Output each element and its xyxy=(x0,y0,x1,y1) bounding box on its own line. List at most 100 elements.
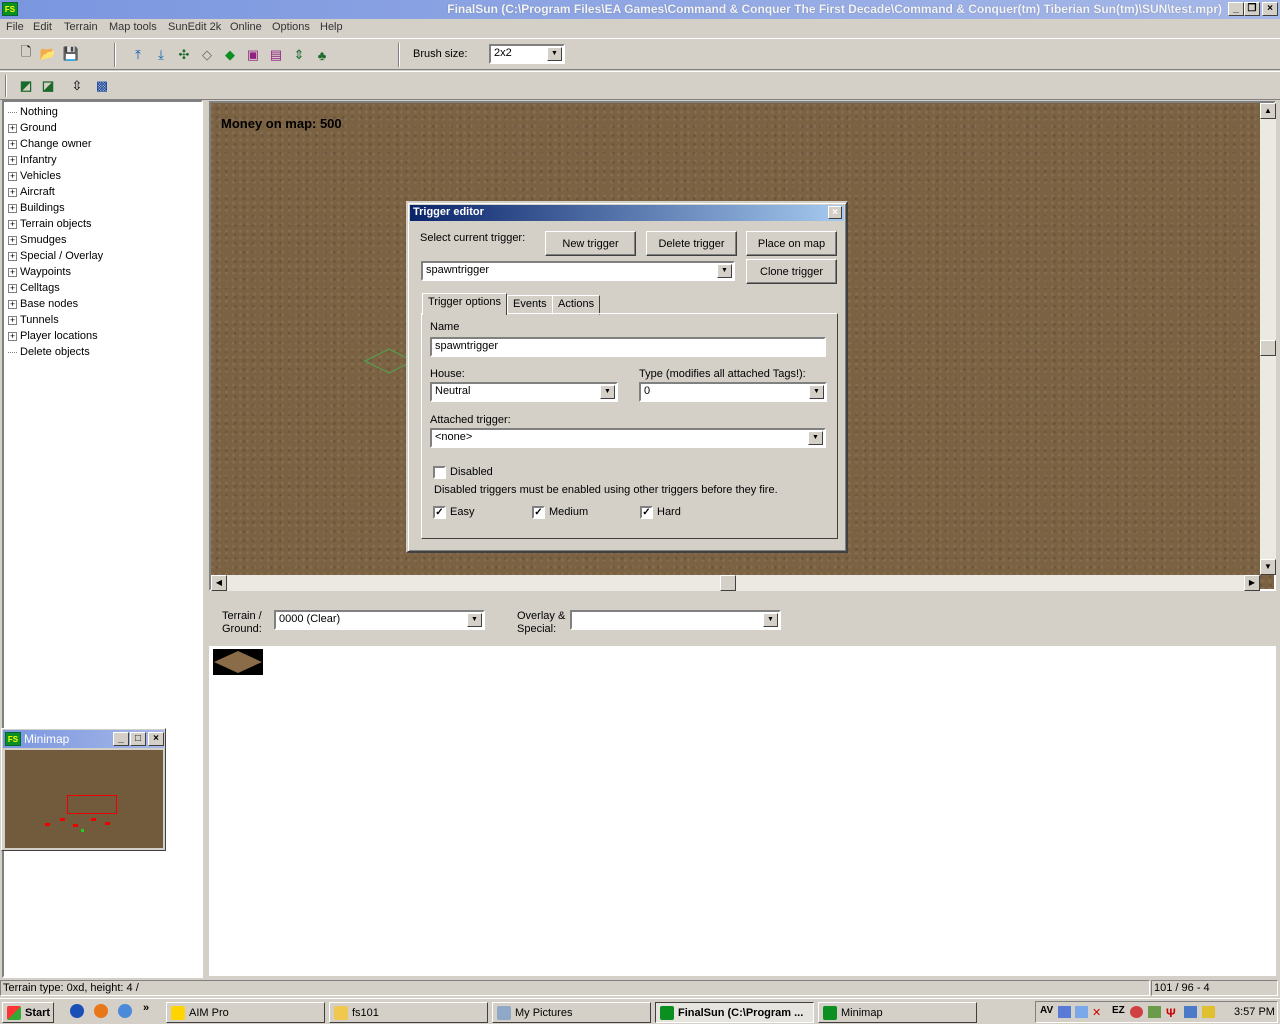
menu-sunedit[interactable]: SunEdit 2k xyxy=(168,21,221,33)
tab-events[interactable]: Events xyxy=(507,295,553,315)
monitor-icon[interactable] xyxy=(1075,1006,1088,1018)
place-on-map-button[interactable]: Place on map xyxy=(746,231,837,256)
terrain-fill-icon[interactable]: ◪ xyxy=(38,76,58,96)
scroll-thumb[interactable] xyxy=(1260,340,1276,356)
expand-icon[interactable]: + xyxy=(8,139,17,149)
chevron-down-icon[interactable]: ▼ xyxy=(717,264,732,278)
menu-file[interactable]: File xyxy=(6,21,24,33)
height-arrow-icon[interactable]: ⇳ xyxy=(67,76,87,96)
expand-icon[interactable]: + xyxy=(8,315,17,325)
terrain-select[interactable]: 0000 (Clear) ▼ xyxy=(274,610,485,630)
tile-diamond-icon[interactable]: ◆ xyxy=(220,45,240,65)
start-button[interactable]: Start xyxy=(2,1002,54,1023)
clear-tile-thumbnail[interactable] xyxy=(213,649,263,675)
expand-icon[interactable]: + xyxy=(8,171,17,181)
expand-icon[interactable]: + xyxy=(8,187,17,197)
chevron-down-icon[interactable]: ▼ xyxy=(809,385,824,399)
tree-item-smudges[interactable]: + Smudges xyxy=(8,232,66,248)
open-folder-icon[interactable]: 📂 xyxy=(38,44,58,64)
expand-icon[interactable]: + xyxy=(8,267,17,277)
tree-item-delete-objects[interactable]: Delete objects xyxy=(8,344,90,360)
media-player-icon[interactable] xyxy=(70,1004,84,1018)
tree-item-infantry[interactable]: + Infantry xyxy=(8,152,57,168)
tree-item-change-owner[interactable]: + Change owner xyxy=(8,136,92,152)
expand-icon[interactable]: + xyxy=(8,219,17,229)
dialog-titlebar[interactable]: Trigger editor × xyxy=(410,205,844,221)
tray-app-icon[interactable] xyxy=(1148,1006,1161,1018)
ez-icon[interactable]: EZ xyxy=(1112,1005,1125,1016)
horizontal-scrollbar[interactable]: ◀ ▶ xyxy=(211,575,1260,591)
vertical-scrollbar[interactable]: ▲ ▼ xyxy=(1260,103,1276,575)
tree-item-nothing[interactable]: Nothing xyxy=(8,104,58,120)
scroll-right-icon[interactable]: ▶ xyxy=(1244,575,1260,591)
network-icon[interactable] xyxy=(1058,1006,1071,1018)
expand-icon[interactable]: + xyxy=(8,299,17,309)
clone-trigger-button[interactable]: Clone trigger xyxy=(746,259,837,284)
tray-app-icon[interactable] xyxy=(1184,1006,1197,1018)
lower-ground-icon[interactable]: ⤓ xyxy=(151,45,171,65)
new-trigger-button[interactable]: New trigger xyxy=(545,231,636,256)
task-fs101[interactable]: fs101 xyxy=(329,1002,488,1023)
flatten-ground-icon[interactable]: ✣ xyxy=(174,45,194,65)
close-button[interactable]: × xyxy=(1262,2,1278,16)
type-select[interactable]: 0 ▼ xyxy=(639,382,827,402)
minimap-view[interactable] xyxy=(5,750,163,848)
speaker-icon[interactable] xyxy=(1202,1006,1215,1018)
minimize-button[interactable]: _ xyxy=(113,732,129,746)
menu-help[interactable]: Help xyxy=(320,21,343,33)
expand-icon[interactable]: + xyxy=(8,123,17,133)
maximize-button[interactable]: □ xyxy=(130,732,146,746)
minimap-viewport-rect[interactable] xyxy=(67,795,117,814)
menu-options[interactable]: Options xyxy=(272,21,310,33)
tree-item-vehicles[interactable]: + Vehicles xyxy=(8,168,61,184)
maximize-button[interactable]: ❐ xyxy=(1244,2,1260,16)
menu-online[interactable]: Online xyxy=(230,21,262,33)
terrain-paint-icon[interactable]: ◩ xyxy=(16,76,36,96)
menu-map-tools[interactable]: Map tools xyxy=(109,21,157,33)
task-finalsun[interactable]: FinalSun (C:\Program ... xyxy=(655,1002,814,1023)
house-select[interactable]: Neutral ▼ xyxy=(430,382,618,402)
cliff-icon[interactable]: ▤ xyxy=(266,45,286,65)
tree-item-special-overlay[interactable]: + Special / Overlay xyxy=(8,248,103,264)
attached-trigger-select[interactable]: <none> ▼ xyxy=(430,428,826,448)
chevron-down-icon[interactable]: ▼ xyxy=(600,385,615,399)
antivirus-icon[interactable]: AV xyxy=(1040,1005,1053,1016)
tree-item-player-locations[interactable]: + Player locations xyxy=(8,328,98,344)
scroll-thumb[interactable] xyxy=(720,575,736,591)
overlay-select[interactable]: ▼ xyxy=(570,610,781,630)
current-trigger-select[interactable]: spawntrigger ▼ xyxy=(421,261,735,281)
tree-item-terrain-objects[interactable]: + Terrain objects xyxy=(8,216,92,232)
disabled-checkbox[interactable] xyxy=(433,466,446,479)
splitter[interactable] xyxy=(205,100,208,978)
task-my-pictures[interactable]: My Pictures xyxy=(492,1002,651,1023)
expand-icon[interactable]: + xyxy=(8,155,17,165)
tray-app-icon[interactable]: Ψ xyxy=(1166,1006,1179,1020)
minimize-button[interactable]: _ xyxy=(1228,2,1244,16)
hide-tile-icon[interactable]: ◇ xyxy=(197,45,217,65)
chevron-down-icon[interactable]: ▼ xyxy=(808,431,823,445)
chevron-down-icon[interactable]: ▼ xyxy=(763,613,778,627)
map-view-icon[interactable]: ▩ xyxy=(92,76,112,96)
easy-checkbox[interactable]: ✓ xyxy=(433,506,446,519)
tree-item-tunnels[interactable]: + Tunnels xyxy=(8,312,59,328)
raise-tile-icon[interactable]: ⇕ xyxy=(289,45,309,65)
tree-item-base-nodes[interactable]: + Base nodes xyxy=(8,296,78,312)
tab-actions[interactable]: Actions xyxy=(552,295,601,315)
save-icon[interactable]: 💾 xyxy=(61,44,81,64)
raise-ground-icon[interactable]: ⤒ xyxy=(128,45,148,65)
expand-icon[interactable]: + xyxy=(8,203,17,213)
app-icon[interactable]: FS xyxy=(2,2,18,16)
medium-checkbox[interactable]: ✓ xyxy=(532,506,545,519)
tree-item-celltags[interactable]: + Celltags xyxy=(8,280,60,296)
minimap-titlebar[interactable]: FS Minimap _ □ × xyxy=(3,730,164,748)
task-aim-pro[interactable]: AIM Pro xyxy=(166,1002,325,1023)
tree-icon[interactable]: ♣ xyxy=(312,45,332,65)
menu-edit[interactable]: Edit xyxy=(33,21,52,33)
expand-icon[interactable]: + xyxy=(8,283,17,293)
brush-size-select[interactable]: 2x2 ▼ xyxy=(489,44,565,64)
hard-checkbox[interactable]: ✓ xyxy=(640,506,653,519)
delete-trigger-button[interactable]: Delete trigger xyxy=(646,231,737,256)
task-minimap[interactable]: Minimap xyxy=(818,1002,977,1023)
close-button[interactable]: × xyxy=(148,732,164,746)
expand-icon[interactable]: + xyxy=(8,251,17,261)
